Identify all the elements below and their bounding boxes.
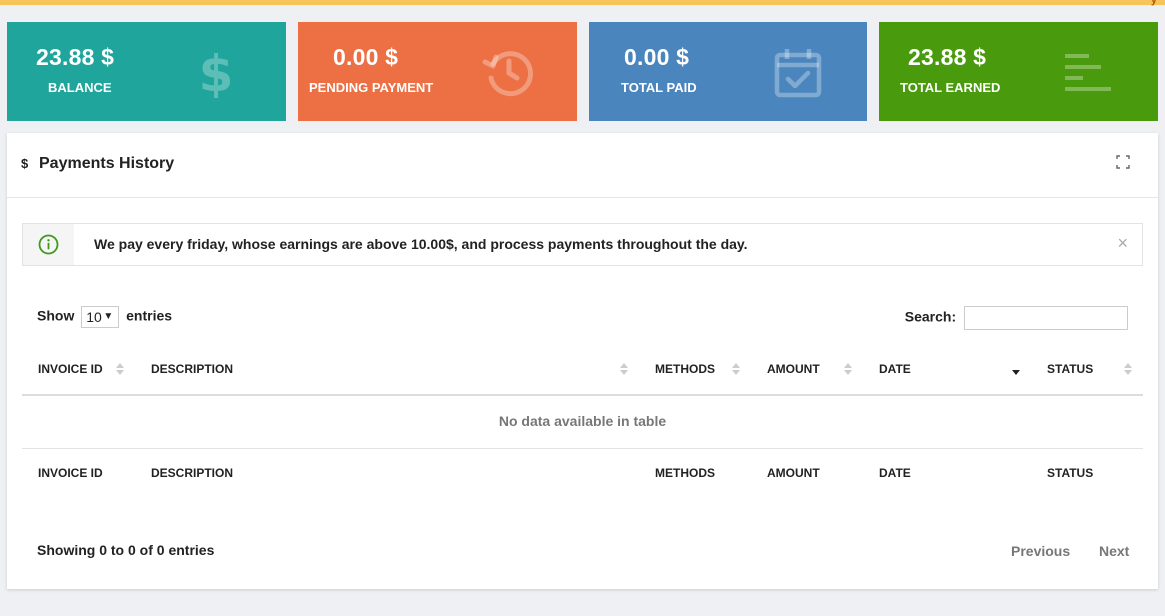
panel-header: $ Payments History (7, 133, 1158, 198)
sort-icon[interactable] (116, 363, 124, 375)
balance-label: BALANCE (48, 80, 112, 95)
show-label: Show (37, 307, 75, 324)
pending-payment-card: 0.00 $ PENDING PAYMENT (298, 22, 577, 121)
search-input[interactable] (964, 306, 1128, 330)
dollar-icon: $ (190, 46, 242, 98)
balance-value: 23.88 $ (36, 44, 115, 70)
sort-icon[interactable] (844, 363, 852, 375)
column-header-methods[interactable]: METHODS (655, 362, 715, 376)
column-header-status[interactable]: STATUS (1047, 362, 1093, 376)
empty-table-message: No data available in table (498, 413, 667, 429)
bars-icon (1062, 46, 1114, 98)
total-earned-value: 23.88 $ (908, 44, 987, 70)
balance-card: 23.88 $ BALANCE $ (7, 22, 286, 121)
svg-text:$: $ (199, 46, 234, 98)
footer-column-date: DATE (879, 466, 911, 480)
alert-icon-box (23, 224, 74, 265)
total-paid-card: 0.00 $ TOTAL PAID (589, 22, 867, 121)
pending-payment-label: PENDING PAYMENT (309, 80, 434, 95)
header-divider (22, 394, 1143, 396)
search-label: Search: (904, 308, 957, 325)
pending-payment-value: 0.00 $ (333, 44, 399, 70)
column-header-date[interactable]: DATE (879, 362, 911, 376)
total-paid-label: TOTAL PAID (621, 80, 697, 95)
footer-divider (22, 448, 1143, 449)
total-earned-label: TOTAL EARNED (900, 80, 1001, 95)
sort-descending-icon[interactable] (1012, 363, 1020, 375)
footer-column-description: DESCRIPTION (151, 466, 234, 480)
footer-column-status: STATUS (1047, 466, 1094, 480)
footer-column-amount: AMOUNT (767, 466, 820, 480)
panel-title: Payments History (39, 155, 175, 172)
top-accent-bar: y (0, 0, 1165, 6)
entries-select-value: 10 (86, 309, 102, 325)
history-icon (481, 46, 533, 98)
total-paid-value: 0.00 $ (624, 44, 690, 70)
close-icon[interactable]: × (1117, 233, 1128, 254)
info-alert: We pay every friday, whose earnings are … (22, 223, 1143, 266)
search-control: Search: (905, 306, 1128, 330)
entries-label: entries (126, 307, 173, 324)
column-header-amount[interactable]: AMOUNT (767, 362, 820, 376)
table-info: Showing 0 to 0 of 0 entries (37, 542, 215, 558)
column-header-invoice-id[interactable]: INVOICE ID (38, 362, 103, 376)
total-earned-card: 23.88 $ TOTAL EARNED (879, 22, 1158, 121)
previous-button[interactable]: Previous (1011, 543, 1070, 559)
alert-message: We pay every friday, whose earnings are … (94, 236, 748, 252)
fullscreen-icon[interactable] (1116, 155, 1130, 169)
column-header-description[interactable]: DESCRIPTION (151, 362, 233, 376)
info-icon (38, 234, 59, 255)
entries-length-control: Show 10 ▼ entries (37, 306, 172, 328)
sort-icon[interactable] (732, 363, 740, 375)
entries-select[interactable]: 10 ▼ (81, 306, 120, 328)
topbar-overflow-text: y (1150, 0, 1157, 6)
dollar-sign-icon: $ (21, 156, 29, 171)
payments-history-panel: $ Payments History We pay every friday, … (7, 133, 1158, 589)
footer-column-invoice-id: INVOICE ID (38, 466, 103, 480)
calendar-check-icon (772, 46, 824, 98)
sort-icon[interactable] (1124, 363, 1132, 375)
next-button[interactable]: Next (1099, 543, 1129, 559)
sort-icon[interactable] (620, 363, 628, 375)
footer-column-methods: METHODS (655, 466, 715, 480)
chevron-down-icon: ▼ (103, 311, 114, 322)
